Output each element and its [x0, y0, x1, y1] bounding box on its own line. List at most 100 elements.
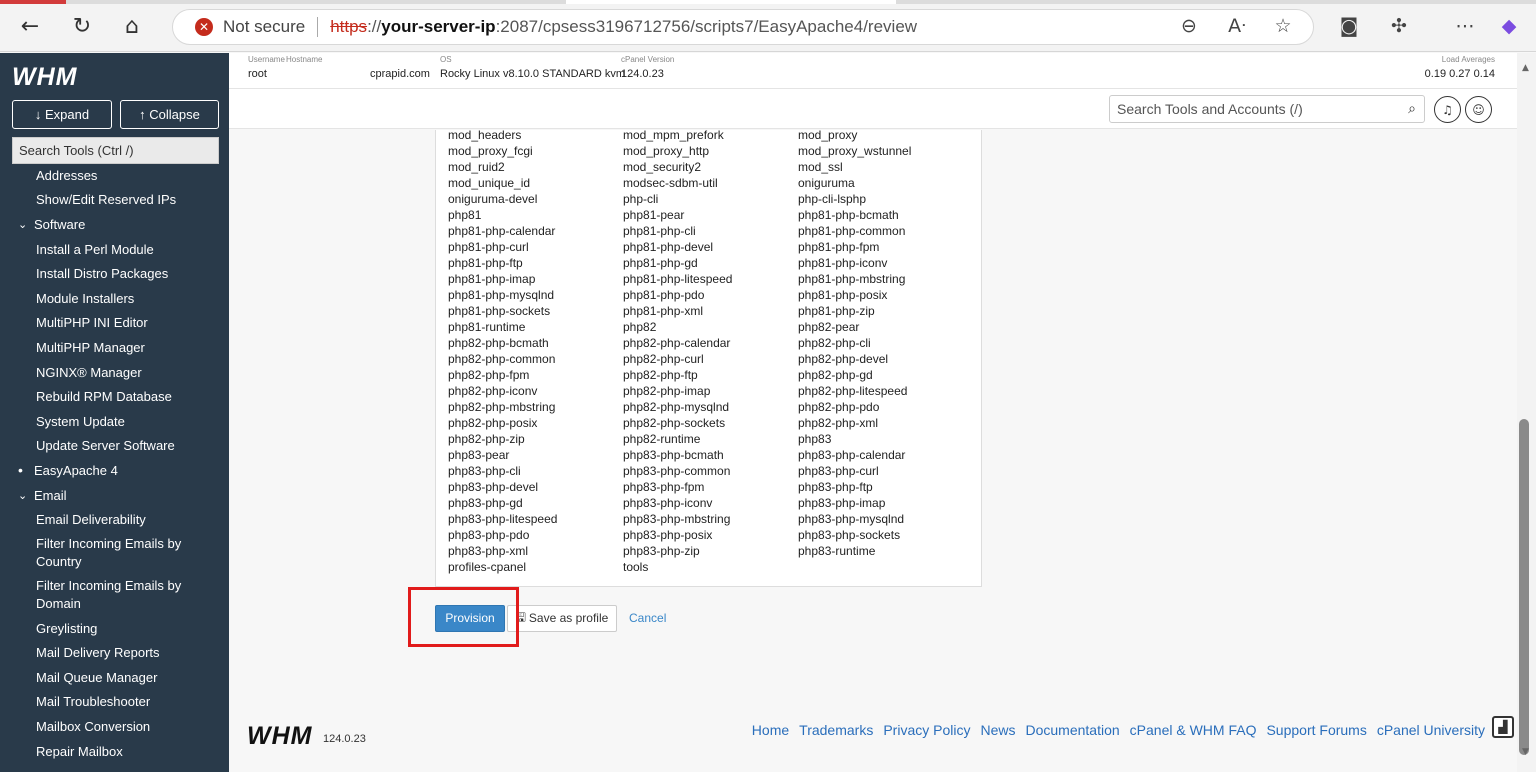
sidebar-item-label: Addresses	[36, 167, 98, 183]
server-info-bar: Username root Hostname cprapid.com OS Ro…	[229, 53, 1517, 89]
package-name: mod_ruid2	[448, 160, 505, 174]
extensions-icon[interactable]: ✣	[1384, 10, 1414, 42]
package-name: php81-php-bcmath	[798, 208, 899, 222]
sidebar-item[interactable]: Mailbox Conversion	[0, 714, 229, 739]
favorite-star-icon[interactable]: ☆	[1268, 10, 1298, 42]
sidebar-item[interactable]: Filter Incoming Emails by Domain	[0, 574, 229, 616]
active-tab-edge[interactable]	[0, 0, 66, 4]
sidebar-search-input[interactable]: Search Tools (Ctrl /)	[12, 137, 219, 164]
chevron-down-icon: ⌄	[18, 218, 28, 231]
sidebar-item[interactable]: Greylisting	[0, 616, 229, 641]
username-label: Username	[248, 55, 285, 64]
package-name: php81	[448, 208, 482, 222]
package-row: php81-runtime php82 php82-pear	[448, 319, 978, 335]
sidebar-item[interactable]: Mail Troubleshooter	[0, 690, 229, 715]
package-name: php81-php-posix	[798, 288, 888, 302]
address-bar[interactable]: ✕ Not secure https://your-server-ip:2087…	[172, 9, 1314, 45]
sidebar-item-label: Show/Edit Reserved IPs	[36, 192, 177, 208]
sidebar-item[interactable]: Install Distro Packages	[0, 261, 229, 286]
sidebar-item[interactable]: Filter Incoming Emails by Country	[0, 532, 229, 574]
package-row: profiles-cpanel tools	[448, 559, 978, 575]
sidebar-item[interactable]: • EasyApache 4	[0, 458, 229, 483]
user-account-icon[interactable]: ☺	[1465, 96, 1492, 123]
back-icon[interactable]: ←	[14, 10, 46, 42]
sidebar-item[interactable]: Mail Queue Manager	[0, 665, 229, 690]
sidebar-item[interactable]: MultiPHP INI Editor	[0, 311, 229, 336]
whm-toolbar: Search Tools and Accounts (/) ⌕ ♫ ☺	[229, 89, 1517, 129]
search-icon[interactable]: ⌕	[1408, 100, 1416, 117]
tab-edge[interactable]	[566, 0, 896, 4]
footer-link[interactable]: Support Forums	[1266, 722, 1366, 738]
package-name: php83-php-pdo	[448, 528, 530, 542]
footer-link[interactable]: Trademarks	[799, 722, 873, 738]
package-name	[798, 559, 973, 575]
read-aloud-icon[interactable]: Aᐧ	[1222, 10, 1252, 42]
sidebar-item-label: Repair Mailbox	[36, 743, 123, 759]
footer-link[interactable]: Home	[752, 722, 789, 738]
footer-link[interactable]: cPanel University	[1377, 722, 1485, 738]
sidebar-item[interactable]: Mail Delivery Reports	[0, 641, 229, 666]
home-icon[interactable]: ⌂	[116, 10, 148, 42]
sidebar-item-label: Software	[34, 216, 86, 232]
sidebar-item[interactable]: NGINX® Manager	[0, 360, 229, 385]
package-name: php83-php-litespeed	[448, 512, 558, 526]
sidebar-item[interactable]: Module Installers	[0, 286, 229, 311]
sidebar-item[interactable]: System Update	[0, 409, 229, 434]
sidebar-item[interactable]: ⌄ Email	[0, 483, 229, 508]
sidebar-item[interactable]: Email Deliverability	[0, 507, 229, 532]
package-name: php81-php-fpm	[798, 240, 880, 254]
sidebar-item[interactable]: MultiPHP Manager	[0, 335, 229, 360]
tools-accounts-search-input[interactable]: Search Tools and Accounts (/) ⌕	[1109, 95, 1425, 123]
scroll-down-icon[interactable]: ▼	[1522, 747, 1529, 757]
sidebar-item[interactable]: Repair Mailbox	[0, 739, 229, 764]
whm-logo[interactable]: WHM	[12, 63, 77, 92]
package-name: php83-php-iconv	[623, 496, 713, 510]
package-row: php83-php-cli php83-php-common php83-php-c…	[448, 463, 978, 479]
save-as-profile-label: Save as profile	[528, 611, 609, 625]
package-name: php82-php-mysqlnd	[623, 400, 730, 414]
footer-link[interactable]: Documentation	[1025, 722, 1119, 738]
more-menu-icon[interactable]: ⋯	[1450, 10, 1480, 42]
sidebar-item[interactable]: Addresses	[0, 163, 229, 188]
package-name: php81-php-common	[798, 224, 906, 238]
cancel-link[interactable]: Cancel	[629, 611, 666, 625]
browser-chrome: ← ↻ ⌂ ✕ Not secure https://your-server-i…	[0, 0, 1536, 52]
expand-button[interactable]: ↓ Expand	[12, 100, 112, 129]
zoom-icon[interactable]: ⊖	[1174, 10, 1204, 42]
package-name: php81-runtime	[448, 320, 526, 334]
sidebar-item[interactable]: Update Server Software	[0, 434, 229, 459]
copilot-icon[interactable]: ◆	[1494, 10, 1524, 42]
sidebar-item[interactable]: Install a Perl Module	[0, 237, 229, 262]
refresh-icon[interactable]: ↻	[66, 10, 98, 42]
os-value: Rocky Linux v8.10.0 STANDARD kvm	[440, 68, 626, 80]
address-divider	[317, 17, 319, 37]
package-name: php83-php-devel	[448, 480, 539, 494]
sidebar-item-label: Install a Perl Module	[36, 241, 154, 257]
package-name: mod_ssl	[798, 160, 843, 174]
package-name: php83-php-imap	[798, 496, 886, 510]
package-name: php81-php-curl	[448, 240, 529, 254]
scrollbar-thumb[interactable]	[1519, 419, 1529, 755]
scroll-up-icon[interactable]: ▲	[1522, 63, 1529, 73]
notifications-bell-icon[interactable]: ♫	[1434, 96, 1461, 123]
hostname-label: Hostname	[286, 55, 323, 64]
package-name: php83-php-bcmath	[623, 448, 724, 462]
package-name: php81-php-imap	[448, 272, 536, 286]
footer-link[interactable]: Privacy Policy	[883, 722, 970, 738]
package-name: php82-php-calendar	[623, 336, 731, 350]
not-secure-icon[interactable]: ✕	[195, 18, 213, 36]
sidebar-item[interactable]: Show/Edit Reserved IPs	[0, 188, 229, 213]
footer-link[interactable]: cPanel & WHM FAQ	[1130, 722, 1257, 738]
footer-link[interactable]: News	[980, 722, 1015, 738]
page-scrollbar[interactable]: ▲ ▼	[1517, 53, 1536, 772]
chart-icon[interactable]: ▟	[1492, 716, 1514, 738]
screenshot-icon[interactable]: ◙	[1334, 10, 1364, 42]
sidebar-item[interactable]: ⌄ Software	[0, 212, 229, 237]
collapse-button[interactable]: ↑ Collapse	[120, 100, 219, 129]
package-name: php82-pear	[798, 320, 860, 334]
save-as-profile-button[interactable]: 🖫 Save as profile	[507, 604, 617, 632]
not-secure-label[interactable]: Not secure	[223, 17, 305, 37]
main-content: mod_headers mod_mpm_prefork mod_proxy mod_p…	[229, 130, 1517, 772]
package-name: mod_proxy	[798, 130, 858, 142]
sidebar-item[interactable]: Rebuild RPM Database	[0, 384, 229, 409]
